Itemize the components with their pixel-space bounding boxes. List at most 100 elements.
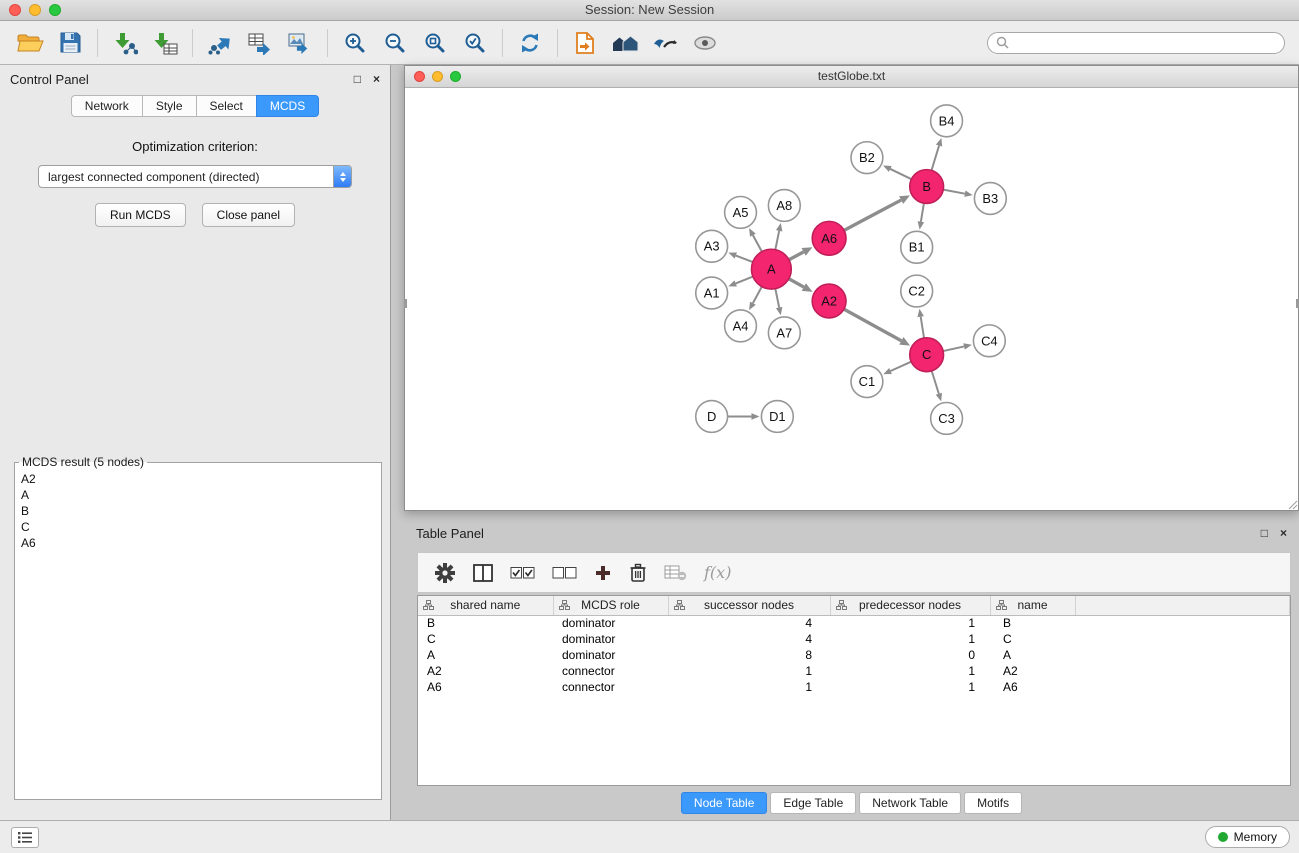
graph-edge-A6-B[interactable]: [844, 200, 901, 230]
graph-node-A8[interactable]: A8: [768, 190, 800, 222]
table-row[interactable]: Cdominator41C: [418, 631, 1290, 647]
select-all-button[interactable]: [510, 566, 535, 580]
resize-handle-corner[interactable]: [1286, 498, 1298, 510]
search-box[interactable]: [987, 32, 1285, 54]
graph-node-B1[interactable]: B1: [901, 231, 933, 263]
mcds-result-item[interactable]: C: [21, 519, 375, 535]
run-mcds-button[interactable]: Run MCDS: [95, 203, 186, 227]
graph-edge-A-A5[interactable]: [753, 235, 762, 252]
mcds-result-item[interactable]: A2: [21, 471, 375, 487]
graph-edge-A-A1[interactable]: [736, 277, 753, 284]
minimize-window-button[interactable]: [29, 4, 41, 16]
eye-button[interactable]: [685, 26, 725, 60]
table-row[interactable]: A2connector11A2: [418, 663, 1290, 679]
export-image-button[interactable]: [280, 26, 320, 60]
zoom-out-button[interactable]: [375, 26, 415, 60]
home-button[interactable]: [605, 26, 645, 60]
graph-node-A1[interactable]: A1: [696, 277, 728, 309]
zoom-window-button[interactable]: [49, 4, 61, 16]
graph-edge-A-A3[interactable]: [736, 256, 753, 263]
resize-handle-left[interactable]: [404, 299, 407, 308]
graph-edge-B-B2[interactable]: [890, 169, 911, 179]
graph-node-A[interactable]: A: [751, 249, 791, 289]
zoom-network-window-button[interactable]: [450, 71, 461, 82]
graph-edge-A-A8[interactable]: [775, 231, 779, 250]
table-row[interactable]: A6connector11A6: [418, 679, 1290, 695]
network-canvas[interactable]: B4B2BB3A5A8A6B1A3AC2A1A2A4A7C4CC1C3DD1: [405, 88, 1298, 510]
mcds-result-item[interactable]: A6: [21, 535, 375, 551]
mcds-result-item[interactable]: B: [21, 503, 375, 519]
import-table-button[interactable]: [145, 26, 185, 60]
graph-node-A7[interactable]: A7: [768, 317, 800, 349]
save-session-button[interactable]: [50, 26, 90, 60]
tab-node-table[interactable]: Node Table: [681, 792, 768, 814]
show-columns-button[interactable]: [473, 564, 493, 582]
graph-node-C3[interactable]: C3: [931, 403, 963, 435]
graph-edge-C-C4[interactable]: [943, 346, 964, 351]
tab-edge-table[interactable]: Edge Table: [770, 792, 856, 814]
graph-edge-A-A6[interactable]: [789, 252, 804, 260]
delete-table-button[interactable]: [664, 565, 687, 581]
function-builder-button[interactable]: f(x): [704, 563, 731, 582]
graph-node-A5[interactable]: A5: [725, 196, 757, 228]
table-settings-button[interactable]: [434, 562, 456, 584]
delete-column-button[interactable]: [629, 563, 647, 583]
graph-edge-C-C3[interactable]: [932, 371, 939, 394]
graph-node-D1[interactable]: D1: [761, 401, 793, 433]
graph-node-B4[interactable]: B4: [931, 105, 963, 137]
control-tab-style[interactable]: Style: [142, 95, 196, 117]
close-panel-icon[interactable]: ×: [373, 73, 380, 85]
optimization-dropdown[interactable]: largest connected component (directed): [38, 165, 352, 188]
graph-edge-C-C2[interactable]: [921, 317, 924, 338]
column-header-successor-nodes[interactable]: successor nodes: [668, 596, 830, 615]
memory-button[interactable]: Memory: [1205, 826, 1290, 848]
column-header-predecessor-nodes[interactable]: predecessor nodes: [830, 596, 990, 615]
graph-node-A2[interactable]: A2: [812, 284, 846, 318]
graph-edge-A-A7[interactable]: [775, 289, 779, 308]
control-tab-network[interactable]: Network: [71, 95, 142, 117]
search-input[interactable]: [1014, 36, 1276, 50]
table-row[interactable]: Adominator80A: [418, 647, 1290, 663]
graph-node-C2[interactable]: C2: [901, 275, 933, 307]
zoom-fit-button[interactable]: [415, 26, 455, 60]
control-tab-mcds[interactable]: MCDS: [256, 95, 319, 117]
close-window-button[interactable]: [9, 4, 21, 16]
close-table-panel-icon[interactable]: ×: [1280, 527, 1287, 539]
graph-node-C4[interactable]: C4: [973, 325, 1005, 357]
export-table-button[interactable]: [240, 26, 280, 60]
deselect-all-button[interactable]: [552, 566, 577, 580]
graph-edge-C-C1[interactable]: [891, 362, 912, 371]
import-network-button[interactable]: [105, 26, 145, 60]
hide-show-button[interactable]: [645, 26, 685, 60]
graph-node-C1[interactable]: C1: [851, 366, 883, 398]
graph-node-A6[interactable]: A6: [812, 221, 846, 255]
table-row[interactable]: Bdominator41B: [418, 615, 1290, 631]
graph-node-B2[interactable]: B2: [851, 142, 883, 174]
float-table-panel-icon[interactable]: □: [1261, 527, 1268, 539]
add-column-button[interactable]: [594, 564, 612, 582]
graph-edge-B-B4[interactable]: [932, 146, 939, 171]
snapshot-button[interactable]: [565, 26, 605, 60]
graph-edge-B-B3[interactable]: [943, 190, 965, 194]
graph-node-C[interactable]: C: [910, 338, 944, 372]
refresh-button[interactable]: [510, 26, 550, 60]
column-header-mcds-role[interactable]: MCDS role: [553, 596, 668, 615]
control-tab-select[interactable]: Select: [196, 95, 256, 117]
column-header-shared-name[interactable]: shared name: [418, 596, 553, 615]
open-session-button[interactable]: [10, 26, 50, 60]
ui-settings-button[interactable]: [11, 827, 39, 848]
tab-network-table[interactable]: Network Table: [859, 792, 961, 814]
float-panel-icon[interactable]: □: [354, 73, 361, 85]
graph-node-A3[interactable]: A3: [696, 230, 728, 262]
graph-edge-A-A4[interactable]: [753, 287, 762, 304]
zoom-in-button[interactable]: [335, 26, 375, 60]
graph-edge-B-B1[interactable]: [921, 203, 924, 221]
mcds-result-item[interactable]: A: [21, 487, 375, 503]
zoom-selected-button[interactable]: [455, 26, 495, 60]
close-panel-button[interactable]: Close panel: [202, 203, 295, 227]
graph-edge-A-A2[interactable]: [789, 279, 804, 287]
tab-motifs[interactable]: Motifs: [964, 792, 1022, 814]
column-header-name[interactable]: name: [990, 596, 1075, 615]
graph-node-D[interactable]: D: [696, 401, 728, 433]
graph-node-B[interactable]: B: [910, 170, 944, 204]
